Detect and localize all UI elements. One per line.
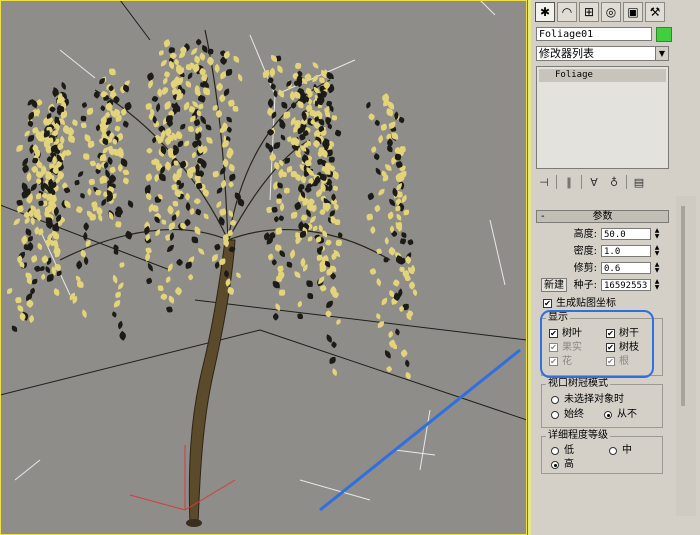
canopy-when-not-selected-label: 未选择对象时 xyxy=(564,394,624,405)
param-pruning: 修剪: 0.6 ▲ ▼ xyxy=(531,262,671,276)
command-panel: ✱ ◠ ⊞ ◎ ▣ ⚒ Foliage01 修改器列表 ▼ Foliage ⊣ … xyxy=(531,0,700,535)
modify-icon[interactable]: ◠ xyxy=(557,2,577,22)
object-color-swatch[interactable] xyxy=(656,27,672,42)
rollout-collapse-toggle[interactable]: - xyxy=(541,211,545,222)
stack-item-foliage[interactable]: Foliage xyxy=(539,69,666,82)
canopy-mode-group: 视口树冠模式 xyxy=(541,378,663,428)
gen-mapping-checkbox[interactable]: ✔ xyxy=(543,299,552,308)
param-seed: 种子: 16592553 ▲ ▼ xyxy=(531,279,671,293)
annotation-highlight-box xyxy=(540,310,654,378)
param-label: 高度: xyxy=(573,229,597,240)
canopy-never-label: 从不 xyxy=(617,409,637,420)
lod-high-label: 高 xyxy=(564,459,574,470)
create-icon[interactable]: ✱ xyxy=(535,2,555,22)
utilities-icon[interactable]: ⚒ xyxy=(645,2,665,22)
modifier-list-label: 修改器列表 xyxy=(539,47,594,60)
density-spinner-field[interactable]: 1.0 xyxy=(601,245,651,257)
param-label: 密度: xyxy=(573,246,597,257)
param-density: 密度: 1.0 ▲ ▼ xyxy=(531,245,671,259)
spinner-arrows-icon[interactable]: ▲ ▼ xyxy=(653,245,661,257)
lod-group: 详细程度等级 xyxy=(541,430,663,474)
lod-group-title: 详细程度等级 xyxy=(546,430,610,442)
chevron-down-icon[interactable]: ▼ xyxy=(655,47,668,60)
lod-high-radio[interactable] xyxy=(551,461,559,469)
param-label: 修剪: xyxy=(573,263,597,274)
remove-modifier-icon[interactable]: ♁ xyxy=(606,176,622,189)
modifier-list-dropdown[interactable]: 修改器列表 ▼ xyxy=(536,46,669,61)
param-label: 种子: xyxy=(573,280,597,291)
scrollbar-thumb[interactable] xyxy=(681,206,685,406)
show-end-result-icon[interactable]: ∥ xyxy=(561,176,577,189)
toolbar-separator xyxy=(626,175,627,189)
canopy-always-label: 始终 xyxy=(564,409,584,420)
height-spinner-field[interactable]: 50.0 xyxy=(601,228,651,240)
seed-spinner-field[interactable]: 16592553 xyxy=(601,279,651,291)
param-height: 高度: 50.0 ▲ ▼ xyxy=(531,228,671,242)
lod-medium-radio[interactable] xyxy=(609,447,617,455)
make-unique-icon[interactable]: ∀ xyxy=(586,176,602,189)
motion-icon[interactable]: ◎ xyxy=(601,2,621,22)
toolbar-separator xyxy=(581,175,582,189)
spinner-arrows-icon[interactable]: ▲ ▼ xyxy=(653,279,661,291)
gen-mapping-label: 生成贴图坐标 xyxy=(556,298,616,309)
parameters-rollout-header[interactable]: - 参数 xyxy=(536,210,669,223)
toolbar-separator xyxy=(556,175,557,189)
canopy-never-radio[interactable] xyxy=(604,411,612,419)
stack-toolbar: ⊣ ∥ ∀ ♁ ▤ xyxy=(536,174,669,190)
perspective-viewport[interactable] xyxy=(0,0,528,535)
canopy-mode-title: 视口树冠模式 xyxy=(546,378,610,390)
rollout-title: 参数 xyxy=(592,211,613,222)
canopy-always-radio[interactable] xyxy=(551,411,559,419)
lod-low-radio[interactable] xyxy=(551,447,559,455)
modifier-stack[interactable]: Foliage xyxy=(536,66,669,169)
viewport-active-frame xyxy=(0,0,527,535)
canopy-when-not-selected-radio[interactable] xyxy=(551,396,559,404)
spinner-arrows-icon[interactable]: ▲ ▼ xyxy=(653,262,661,274)
lod-medium-label: 中 xyxy=(622,445,632,456)
panel-scrollbar[interactable] xyxy=(676,196,696,516)
pruning-spinner-field[interactable]: 0.6 xyxy=(601,262,651,274)
hierarchy-icon[interactable]: ⊞ xyxy=(579,2,599,22)
lod-low-label: 低 xyxy=(564,445,574,456)
display-icon[interactable]: ▣ xyxy=(623,2,643,22)
object-name-field[interactable]: Foliage01 xyxy=(536,27,652,41)
configure-sets-icon[interactable]: ▤ xyxy=(631,176,647,189)
pin-stack-icon[interactable]: ⊣ xyxy=(536,176,552,189)
spinner-arrows-icon[interactable]: ▲ ▼ xyxy=(653,228,661,240)
command-panel-tabs: ✱ ◠ ⊞ ◎ ▣ ⚒ xyxy=(535,2,665,22)
